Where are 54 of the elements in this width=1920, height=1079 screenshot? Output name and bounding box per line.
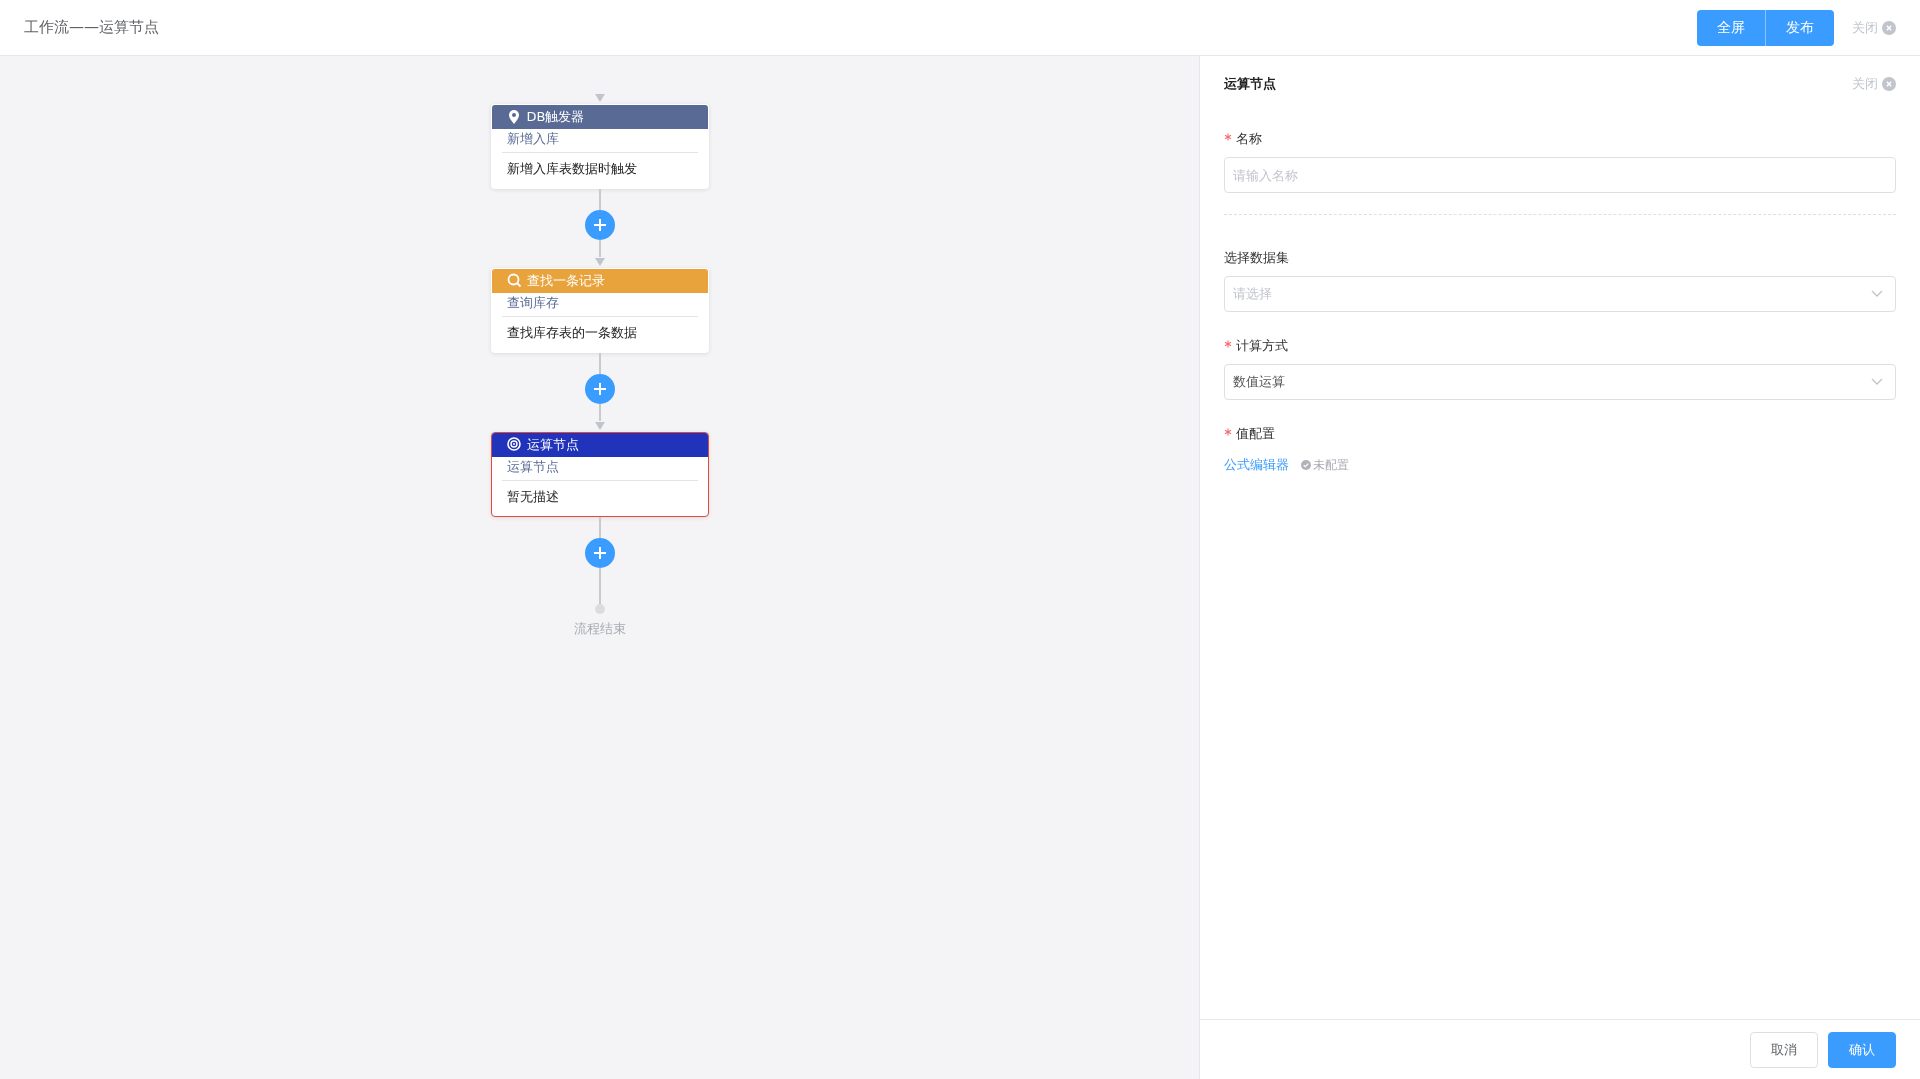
- dropdown-field[interactable]: 请选择: [1224, 276, 1896, 312]
- connector-line: [598, 240, 601, 257]
- page-title: 工作流——运算节点: [24, 18, 159, 37]
- close-icon: [1882, 20, 1896, 35]
- connector-line: [598, 404, 601, 421]
- node-title: 运算节点: [526, 436, 579, 454]
- node-description: 暂无描述: [505, 488, 560, 506]
- text-field[interactable]: 请输入名称: [1224, 157, 1896, 193]
- formula-editor-link[interactable]: 公式编辑器: [1224, 456, 1289, 474]
- plus-icon: [592, 546, 607, 560]
- field-label: 计算方式: [1236, 337, 1288, 355]
- toolbar-button[interactable]: 全屏: [1697, 9, 1765, 46]
- close-icon: [1882, 77, 1896, 91]
- field-label: 名称: [1236, 130, 1262, 148]
- flow-node[interactable]: 查找一条记录 查询库存 查找库存表的一条数据: [490, 268, 709, 353]
- node-name: 查询库存: [501, 293, 698, 317]
- node-description: 查找库存表的一条数据: [505, 324, 638, 342]
- node-name: 新增入库: [501, 129, 698, 153]
- flow-node[interactable]: DB触发器 新增入库 新增入库表数据时触发: [490, 104, 709, 189]
- arrow-head-icon: [593, 421, 606, 431]
- connector-line: [598, 517, 601, 538]
- add-node-button[interactable]: [584, 374, 615, 404]
- connector-line: [598, 568, 601, 606]
- add-node-button[interactable]: [584, 210, 615, 240]
- status-text: 未配置: [1313, 457, 1349, 473]
- panel-title: 运算节点: [1224, 75, 1276, 93]
- chevron-down-icon: [1871, 290, 1883, 298]
- connector-line: [598, 189, 601, 210]
- arrow-head-icon: [593, 93, 606, 103]
- cancel-button[interactable]: 取消: [1750, 1031, 1818, 1068]
- target-icon: [506, 437, 521, 453]
- toolbar-button[interactable]: 发布: [1765, 9, 1834, 46]
- end-dot: [594, 604, 605, 614]
- arrow-head-icon: [593, 257, 606, 267]
- node-name: 运算节点: [501, 457, 698, 481]
- check-circle-icon: [1301, 460, 1311, 470]
- close-button[interactable]: 关闭: [1852, 18, 1896, 37]
- field-label: 值配置: [1236, 425, 1275, 443]
- field-label: 选择数据集: [1224, 249, 1289, 267]
- search-icon: [506, 273, 521, 289]
- plus-icon: [592, 218, 607, 232]
- dropdown-field[interactable]: 数值运算: [1224, 364, 1896, 400]
- node-title: 查找一条记录: [526, 272, 605, 290]
- end-label: 流程结束: [573, 620, 626, 638]
- connector-line: [598, 353, 601, 374]
- flow-node[interactable]: 运算节点 运算节点 暂无描述: [490, 432, 709, 517]
- node-description: 新增入库表数据时触发: [505, 160, 638, 178]
- map-pin-icon: [506, 109, 521, 125]
- add-node-button[interactable]: [584, 538, 615, 568]
- close-button[interactable]: 关闭: [1852, 75, 1896, 93]
- chevron-down-icon: [1871, 378, 1883, 386]
- confirm-button[interactable]: 确认: [1828, 1031, 1896, 1068]
- node-title: DB触发器: [526, 108, 585, 126]
- plus-icon: [592, 382, 607, 396]
